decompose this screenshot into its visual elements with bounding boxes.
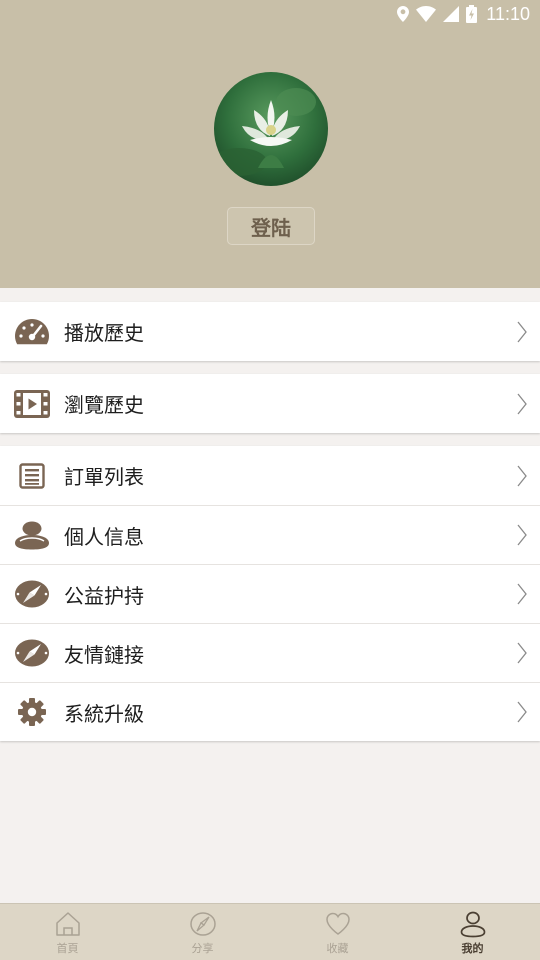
login-button[interactable]: 登陆 [227, 207, 315, 245]
film-icon [13, 389, 50, 419]
tab-label: 首頁 [56, 942, 79, 955]
tab-share[interactable]: 分享 [135, 904, 270, 960]
menu-item-play-history[interactable]: 播放歷史 [0, 302, 540, 361]
user-icon [13, 520, 50, 550]
menu-item-label: 播放歷史 [64, 321, 144, 345]
location-icon [397, 6, 410, 22]
profile-header: 11:10 登陆 [0, 0, 540, 288]
tab-mine[interactable]: 我的 [405, 904, 540, 960]
chevron-right-icon [517, 642, 527, 664]
status-bar: 11:10 [0, 0, 540, 28]
heart-icon [325, 912, 350, 935]
menu-item-order-list[interactable]: 訂單列表 [0, 446, 540, 505]
chevron-right-icon [517, 524, 527, 546]
menu-item-label: 個人信息 [64, 524, 144, 549]
avatar[interactable] [214, 72, 328, 186]
compass-icon [13, 638, 50, 668]
tab-home[interactable]: 首頁 [0, 904, 135, 960]
wifi-icon [416, 6, 437, 22]
home-icon [55, 912, 80, 936]
menu-item-friend-links[interactable]: 友情鏈接 [0, 623, 540, 682]
tab-favorites[interactable]: 收藏 [270, 904, 405, 960]
tab-label: 我的 [461, 942, 484, 955]
battery-icon [466, 5, 478, 23]
menu-group-main: 訂單列表 個人信息 公益护持 友情鏈接 系統升級 [0, 446, 540, 741]
tab-label: 分享 [191, 942, 214, 955]
tab-label: 收藏 [326, 942, 349, 955]
menu-item-system-upgrade[interactable]: 系統升級 [0, 682, 540, 741]
profile-icon [460, 911, 485, 938]
chevron-right-icon [517, 701, 527, 723]
menu-item-browse-history[interactable]: 瀏覽歷史 [0, 374, 540, 433]
menu-item-label: 系統升級 [64, 701, 144, 726]
menu-item-label: 友情鏈接 [64, 642, 144, 667]
chevron-right-icon [517, 465, 527, 486]
chevron-right-icon [517, 321, 527, 342]
menu-group-history: 播放歷史 [0, 302, 540, 361]
menu-item-label: 訂單列表 [64, 465, 144, 489]
bottom-tab-bar: 首頁 分享 收藏 我的 [0, 903, 540, 960]
menu-item-charity[interactable]: 公益护持 [0, 564, 540, 623]
status-time: 11:10 [486, 3, 530, 24]
menu-group-browse: 瀏覽歷史 [0, 374, 540, 433]
menu-item-label: 公益护持 [64, 583, 144, 608]
gear-icon [13, 697, 50, 727]
compass-icon [13, 579, 50, 609]
share-icon [189, 912, 216, 936]
chevron-right-icon [517, 583, 527, 605]
signal-icon [443, 6, 460, 22]
chevron-right-icon [517, 393, 527, 414]
menu-item-label: 瀏覽歷史 [64, 393, 144, 417]
gauge-icon [13, 317, 50, 347]
menu-item-personal-info[interactable]: 個人信息 [0, 505, 540, 564]
list-icon [13, 461, 50, 491]
